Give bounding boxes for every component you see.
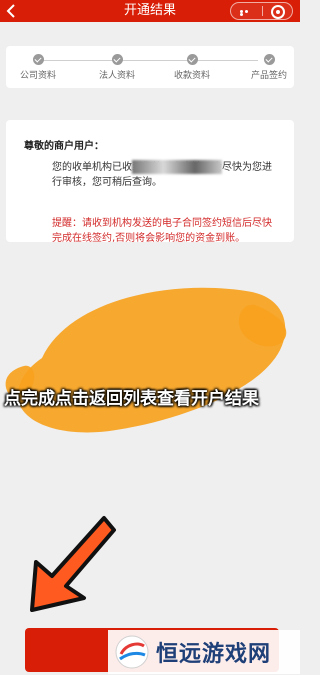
highlight-swoosh	[5, 287, 287, 433]
step-label: 公司资料	[19, 71, 56, 81]
logo-icon	[115, 635, 149, 669]
step-label: 产品签约	[250, 71, 287, 81]
close-circle-icon[interactable]	[271, 5, 285, 19]
step-label: 法人资料	[98, 71, 135, 81]
annotation-instruction: 点完成点击返回列表查看开户结果	[4, 389, 259, 409]
check-icon	[32, 54, 44, 65]
result-card: 尊敬的商户用户： 您的收单机构已收到您的开户申请，会尽快为您进行审核，您可稍后查…	[6, 120, 294, 244]
signing-reminder: 提醒：请收到机构发送的电子合同签约短信后尽快完成在线签约,否则将会影响您的资金到…	[52, 218, 272, 244]
site-watermark: 恒远游戏网	[108, 630, 300, 674]
mini-program-capsule	[230, 2, 293, 20]
step-product-signing: 产品签约	[239, 54, 299, 82]
greeting: 尊敬的商户用户：	[24, 141, 104, 152]
check-icon	[111, 54, 123, 65]
watermark-text: 恒远游戏网	[156, 642, 272, 667]
step-label: 收款资料	[173, 71, 210, 81]
redaction-blur	[132, 160, 222, 174]
arrow-icon	[30, 516, 116, 612]
step-line	[42, 60, 258, 61]
check-icon	[186, 54, 198, 65]
step-company-info: 公司资料	[8, 54, 68, 82]
step-payment-info: 收款资料	[162, 54, 222, 82]
top-bar: 开通结果	[0, 0, 300, 22]
capsule-divider	[262, 6, 263, 16]
step-legal-person-info: 法人资料	[87, 54, 147, 82]
more-icon[interactable]	[240, 10, 254, 16]
progress-steps: 公司资料 法人资料 收款资料 产品签约	[6, 46, 294, 88]
check-icon	[263, 54, 275, 65]
